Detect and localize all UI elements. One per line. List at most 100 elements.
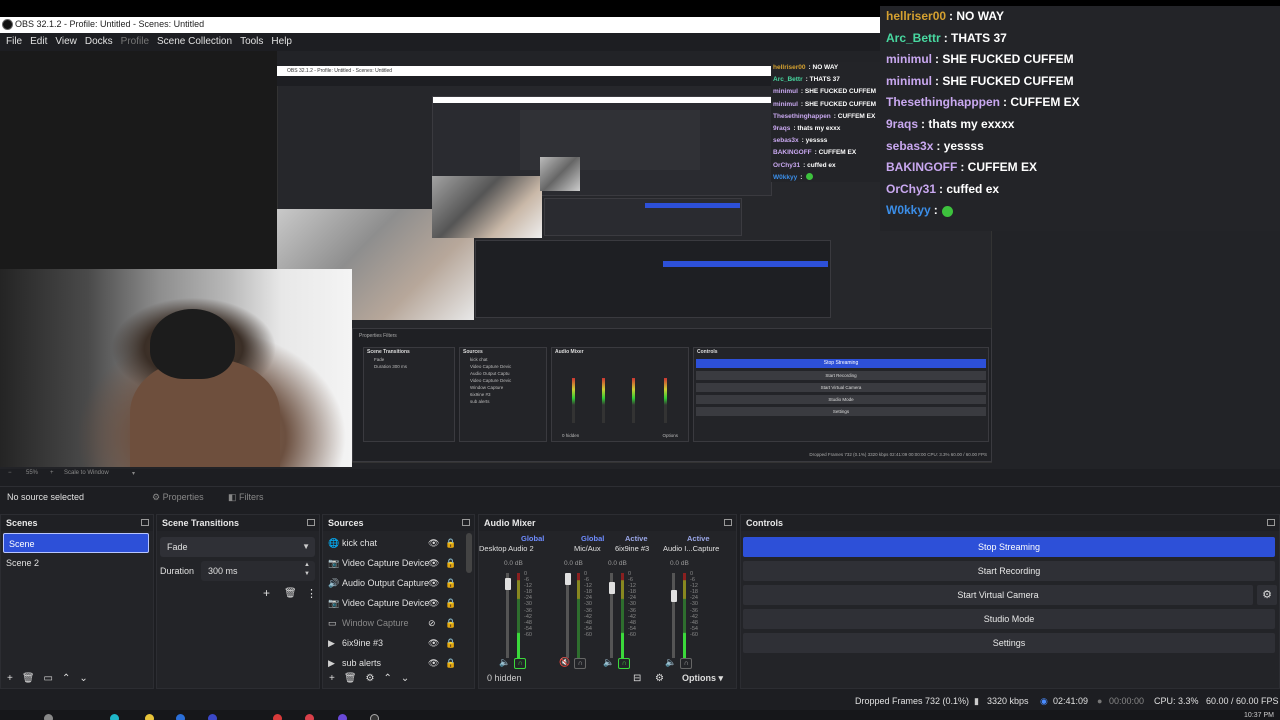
move-source-down-button[interactable]: ⌄ [401,673,409,684]
start-virtual-camera-button[interactable]: Start Virtual Camera [743,585,1253,605]
headphones-icon[interactable]: ∩ [680,658,693,669]
nested-controls-title: Controls [697,349,718,355]
add-scene-button[interactable]: + [7,673,13,684]
zoom-out-button[interactable]: − [8,470,12,476]
chat-message: Arc_Bettr: THATS 37 [880,28,1280,50]
lock-icon[interactable]: 🔒 [445,573,456,593]
hidden-count: 0 hidden [487,673,522,683]
headphones-icon[interactable]: ∩ [574,658,587,669]
headphones-icon[interactable]: ∩ [514,658,527,669]
menu-tools[interactable]: Tools [240,33,269,51]
lock-icon[interactable]: 🔒 [445,533,456,553]
scene-filters-button[interactable]: ▭ [44,673,53,684]
volume-fader-knob[interactable] [608,581,615,594]
eye-icon[interactable]: 👁 [428,593,439,613]
undock-icon[interactable] [462,519,470,526]
mixer-channel-name[interactable]: Audio I...Capture [663,544,737,553]
mixer-layout-icon[interactable]: ⊟ [633,673,641,684]
zoom-in-button[interactable]: + [50,470,54,476]
source-item[interactable]: ▶ 6ix9ine #3 👁 🔒 [323,633,463,653]
lock-icon[interactable]: 🔒 [445,613,456,633]
taskbar-app-icon[interactable] [305,714,314,720]
taskbar-app-icon[interactable] [338,714,347,720]
undock-icon[interactable] [141,519,149,526]
remove-transition-button[interactable]: 🗑 [284,588,297,599]
source-item[interactable]: 🌐 kick chat 👁 🔒 [323,533,463,553]
menu-scene-collection[interactable]: Scene Collection [157,33,238,51]
taskbar-app-icon[interactable] [145,714,154,720]
studio-mode-button[interactable]: Studio Mode [743,609,1275,629]
lock-icon[interactable]: 🔒 [445,553,456,573]
speaker-icon[interactable]: 🔈 [603,657,614,667]
taskbar-app-icon[interactable] [273,714,282,720]
move-scene-down-button[interactable]: ⌄ [79,673,87,684]
volume-fader[interactable] [672,573,675,658]
source-item[interactable]: 📷 Video Capture Device 👁 🔒 [323,593,463,613]
transition-more-button[interactable]: ⋮ [306,587,317,600]
taskbar-app-icon[interactable] [44,714,53,720]
eye-icon[interactable]: 👁 [428,633,439,653]
mixer-settings-icon[interactable]: ⚙ [655,673,664,684]
mixer-options-button[interactable]: Options ▾ [682,673,723,684]
spin-arrows-icon[interactable]: ▲ ▼ [304,561,310,579]
volume-fader[interactable] [566,573,569,658]
add-source-button[interactable]: + [329,673,335,684]
menu-help[interactable]: Help [271,33,298,51]
taskbar-obs-icon[interactable] [370,714,379,720]
speaker-icon[interactable]: 🔈 [499,657,510,667]
chat-username: OrChy31 [773,161,801,169]
mixer-channel-name[interactable]: Mic/Aux [574,544,619,553]
volume-fader-knob[interactable] [504,578,511,591]
volume-fader-knob[interactable] [670,590,677,602]
eye-icon[interactable]: 👁 [428,573,439,593]
remove-scene-button[interactable]: 🗑 [22,673,35,684]
headphones-icon[interactable]: ∩ [618,658,631,669]
settings-button[interactable]: Settings [743,633,1275,653]
menu-profile[interactable]: Profile [121,33,155,51]
properties-button[interactable]: ⚙ Properties [148,490,208,505]
source-item[interactable]: 🔊 Audio Output Capture 👁 🔒 [323,573,463,593]
menu-file[interactable]: File [6,33,28,51]
move-source-up-button[interactable]: ⌃ [384,673,392,684]
source-item[interactable]: ▭ Window Capture ⊘ 🔒 [323,613,463,633]
remove-source-button[interactable]: 🗑 [344,673,357,684]
taskbar-app-icon[interactable] [110,714,119,720]
duration-spinbox[interactable]: 300 ms ▲ ▼ [201,561,315,581]
scale-to-window[interactable]: Scale to Window [64,470,109,476]
taskbar-app-icon[interactable] [176,714,185,720]
muted-speaker-icon[interactable]: 🔇 [559,657,570,667]
sources-scrollbar[interactable] [466,533,472,573]
menu-docks[interactable]: Docks [85,33,119,51]
volume-fader-knob[interactable] [564,573,571,585]
scenes-title: Scenes [1,515,153,531]
eye-icon[interactable]: 👁 [428,553,439,573]
undock-icon[interactable] [724,519,732,526]
undock-icon[interactable] [1267,519,1275,526]
stop-streaming-button[interactable]: Stop Streaming [743,537,1275,557]
source-properties-button[interactable]: ⚙ [366,673,375,684]
menu-view[interactable]: View [55,33,83,51]
taskbar-app-icon[interactable] [208,714,217,720]
eye-hidden-icon[interactable]: ⊘ [428,613,436,633]
scene-item-scene-2[interactable]: Scene 2 [1,553,153,573]
move-scene-up-button[interactable]: ⌃ [62,673,70,684]
chevron-down-icon[interactable]: ▾ [132,470,135,477]
mixer-channel-name[interactable]: 6ix9ine #3 [615,544,659,553]
virtual-camera-settings-gear-icon[interactable]: ⚙ [1257,585,1277,605]
speaker-icon[interactable]: 🔈 [665,657,676,667]
transition-select[interactable]: Fade ▼ [160,537,315,557]
add-transition-button[interactable]: + [263,586,270,600]
start-recording-button[interactable]: Start Recording [743,561,1275,581]
mixer-channel-name[interactable]: Desktop Audio 2 [479,544,567,553]
undock-icon[interactable] [307,519,315,526]
eye-icon[interactable]: 👁 [428,533,439,553]
meter-scale-tick: -48 [628,619,636,626]
menu-edit[interactable]: Edit [30,33,53,51]
lock-icon[interactable]: 🔒 [445,593,456,613]
source-item[interactable]: 📷 Video Capture Device 👁 🔒 [323,553,463,573]
scene-item-scene[interactable]: Scene [3,533,149,553]
lock-icon[interactable]: 🔒 [445,633,456,653]
status-bar: Dropped Frames 732 (0.1%) ▮ 3320 kbps ◉ … [0,692,1280,710]
filters-button[interactable]: ◧ Filters [224,490,268,505]
webcam-feed [0,269,352,467]
